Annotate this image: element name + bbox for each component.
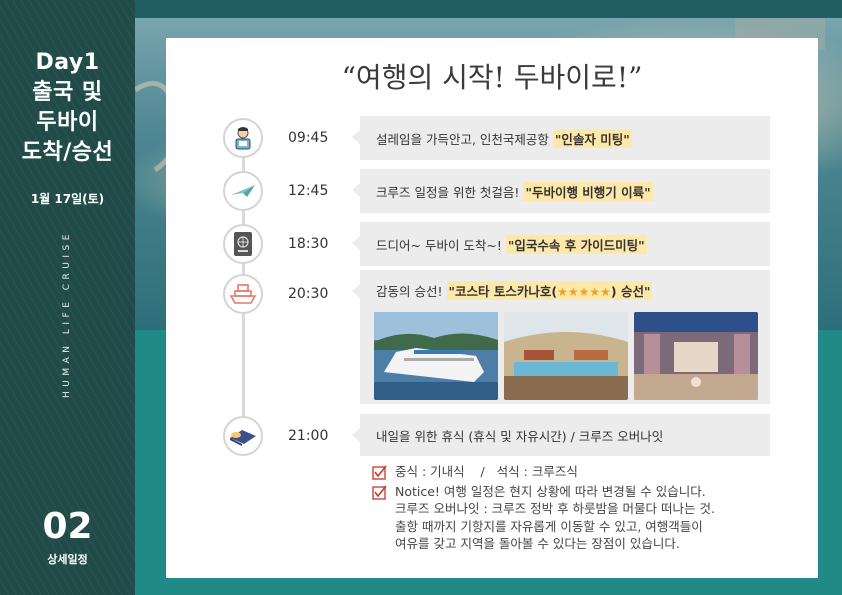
day-line-4: 도착/승선 bbox=[21, 140, 114, 165]
row-1-highlight: "인솔자 미팅" bbox=[552, 128, 632, 148]
time-1830: 18:30 bbox=[288, 236, 329, 252]
checkbox-checked-icon bbox=[372, 485, 387, 500]
person-icon bbox=[223, 118, 263, 158]
day-line-2: 출국 및 bbox=[32, 80, 103, 105]
row-3-highlight: "입국수속 후 가이드미팅" bbox=[505, 234, 647, 254]
row-3-text: 드디어~ 두바이 도착~! bbox=[376, 237, 502, 253]
day-line-3: 두바이 bbox=[36, 110, 99, 135]
timeline-row-2: 크루즈 일정을 위한 첫걸음! "두바이행 비행기 이륙" bbox=[352, 169, 770, 213]
row-2-highlight: "두바이행 비행기 이륙" bbox=[523, 181, 653, 201]
passport-icon bbox=[223, 224, 263, 264]
bed-icon bbox=[223, 416, 263, 456]
timeline-row-3: 드디어~ 두바이 도착~! "입국수속 후 가이드미팅" bbox=[352, 222, 770, 266]
star-rating: ★★★★★ bbox=[557, 284, 611, 299]
row-2-text: 크루즈 일정을 위한 첫걸음! bbox=[376, 184, 520, 200]
section-number: 02 bbox=[42, 506, 93, 547]
notes: 중식 : 기내식 / 석식 : 크루즈식 Notice! 여행 일정은 현지 상… bbox=[372, 463, 715, 555]
time-2100: 21:00 bbox=[288, 428, 329, 444]
sidebar: Day1 출국 및 두바이 도착/승선 1월 17일(토) HUMAN LIFE… bbox=[0, 0, 135, 595]
day-title: Day1 출국 및 두바이 도착/승선 bbox=[0, 48, 135, 168]
card-title: “여행의 시작! 두바이로!” bbox=[341, 61, 643, 94]
row-5-text: 내일을 위한 휴식 (휴식 및 자유시간) / 크루즈 오버나잇 bbox=[376, 428, 664, 444]
meal-note-text: 중식 : 기내식 / 석식 : 크루즈식 bbox=[395, 464, 578, 479]
notice-line-2: 크루즈 오버나잇 : 크루즈 정박 후 하룻밤을 머물다 떠나는 것. bbox=[395, 501, 715, 516]
time-2030: 20:30 bbox=[288, 286, 329, 302]
row-4-text: 감동의 승선! bbox=[376, 283, 443, 299]
checkbox-checked-icon bbox=[372, 465, 387, 480]
itinerary-card: “여행의 시작! 두바이로!” 09:45 설레임을 가득안고, 인천국제공항 … bbox=[166, 38, 818, 578]
time-0945: 09:45 bbox=[288, 130, 329, 146]
notice-line-3: 출항 때까지 기항지를 자유롭게 이동할 수 있고, 여행객들이 bbox=[395, 518, 703, 534]
time-1245: 12:45 bbox=[288, 183, 329, 199]
row-1-text: 설레임을 가득안고, 인천국제공항 bbox=[376, 131, 549, 147]
cruise-ship-photo bbox=[374, 312, 498, 400]
cruise-lido-deck-photo bbox=[504, 312, 628, 400]
section-label: 상세일정 bbox=[47, 553, 88, 566]
timeline-row-1: 설레임을 가득안고, 인천국제공항 "인솔자 미팅" bbox=[352, 116, 770, 160]
top-strip bbox=[135, 0, 842, 18]
meal-note: 중식 : 기내식 / 석식 : 크루즈식 bbox=[372, 463, 715, 481]
ship-icon bbox=[223, 274, 263, 314]
day-line-1: Day1 bbox=[35, 50, 100, 75]
airplane-icon bbox=[223, 171, 263, 211]
notice-line-1: Notice! 여행 일정은 현지 상황에 따라 변경될 수 있습니다. bbox=[395, 483, 706, 499]
notice-line-4: 여유를 갖고 지역을 돌아볼 수 있다는 장점이 있습니다. bbox=[395, 536, 680, 551]
timeline-row-5: 내일을 위한 휴식 (휴식 및 자유시간) / 크루즈 오버나잇 bbox=[352, 414, 770, 456]
row-4-highlight-pre: "코스타 토스카나호( bbox=[448, 283, 558, 299]
notice-note: Notice! 여행 일정은 현지 상황에 따라 변경될 수 있습니다. 크루즈… bbox=[372, 483, 715, 553]
timeline-row-4: 감동의 승선! "코스타 토스카나호(★★★★★) 승선" bbox=[352, 270, 770, 404]
vertical-brand-text: HUMAN LIFE CRUISE bbox=[62, 230, 72, 398]
cruise-atrium-photo bbox=[634, 312, 758, 400]
row-4-highlight-post: ) 승선" bbox=[610, 283, 651, 299]
row-4-highlight: "코스타 토스카나호(★★★★★) 승선" bbox=[446, 280, 653, 300]
